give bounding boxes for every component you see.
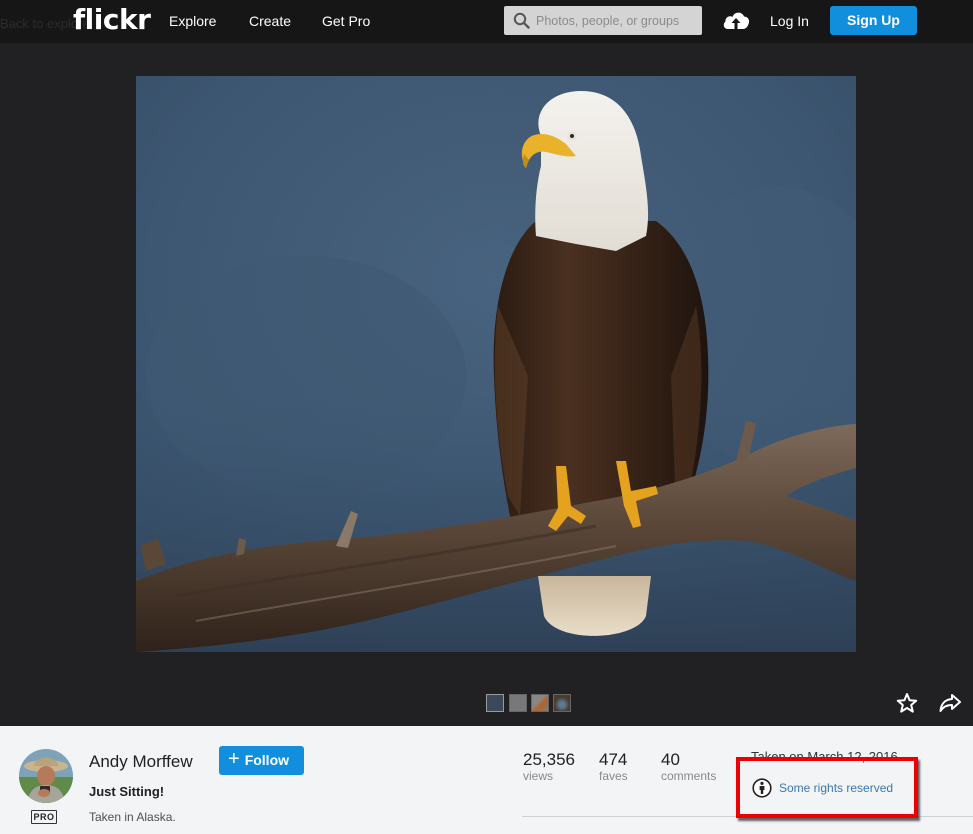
plus-icon: + [228,748,240,770]
photo-stage [0,43,973,726]
photo-info-panel: PRO Andy Morffew + Follow Just Sitting! T… [0,726,973,834]
follow-button[interactable]: + Follow [219,746,304,775]
thumbnail-blue-bird[interactable] [553,694,571,712]
avatar-image [19,749,73,803]
search-input[interactable] [536,10,696,31]
comments-label: comments [661,769,717,783]
thumbnail-eagle[interactable] [486,694,504,712]
license-text[interactable]: Some rights reserved [779,781,893,795]
search-icon [513,12,530,29]
follow-button-label: Follow [244,752,290,768]
views-count: 25,356 [523,750,575,769]
faves-label: faves [599,769,628,783]
section-divider [522,816,973,817]
stat-views: 25,356 views [523,750,575,783]
comments-count: 40 [661,750,680,769]
search-box[interactable] [504,6,702,35]
creative-commons-attribution-icon [752,778,772,798]
views-label: views [523,769,554,783]
taken-on-date[interactable]: Taken on March 12, 2016 [751,749,898,764]
nav-get-pro[interactable]: Get Pro [322,13,370,29]
author-name[interactable]: Andy Morffew [89,752,193,772]
star-outline-icon[interactable] [896,692,918,714]
log-in-link[interactable]: Log In [770,13,809,29]
eagle-photo-image [136,76,856,652]
nav-explore[interactable]: Explore [169,13,216,29]
faves-count: 474 [599,750,628,769]
author-avatar[interactable] [19,749,73,803]
photo-title: Just Sitting! [89,784,165,799]
sign-up-button[interactable]: Sign Up [830,6,917,35]
flickr-logo[interactable]: flickr [73,3,151,36]
pro-badge: PRO [31,810,57,824]
nav-create[interactable]: Create [249,13,291,29]
cloud-upload-icon[interactable] [722,9,750,31]
thumbnail-robin[interactable] [531,694,549,712]
stat-comments: 40 comments [661,750,716,783]
main-photo[interactable] [136,76,856,652]
photo-description: Taken in Alaska. [89,810,176,824]
share-arrow-icon[interactable] [939,693,961,713]
top-navigation: Back to explore flickr Explore Create Ge… [0,0,973,43]
thumbnail-grey-bird[interactable] [509,694,527,712]
stat-faves: 474 faves [599,750,628,783]
